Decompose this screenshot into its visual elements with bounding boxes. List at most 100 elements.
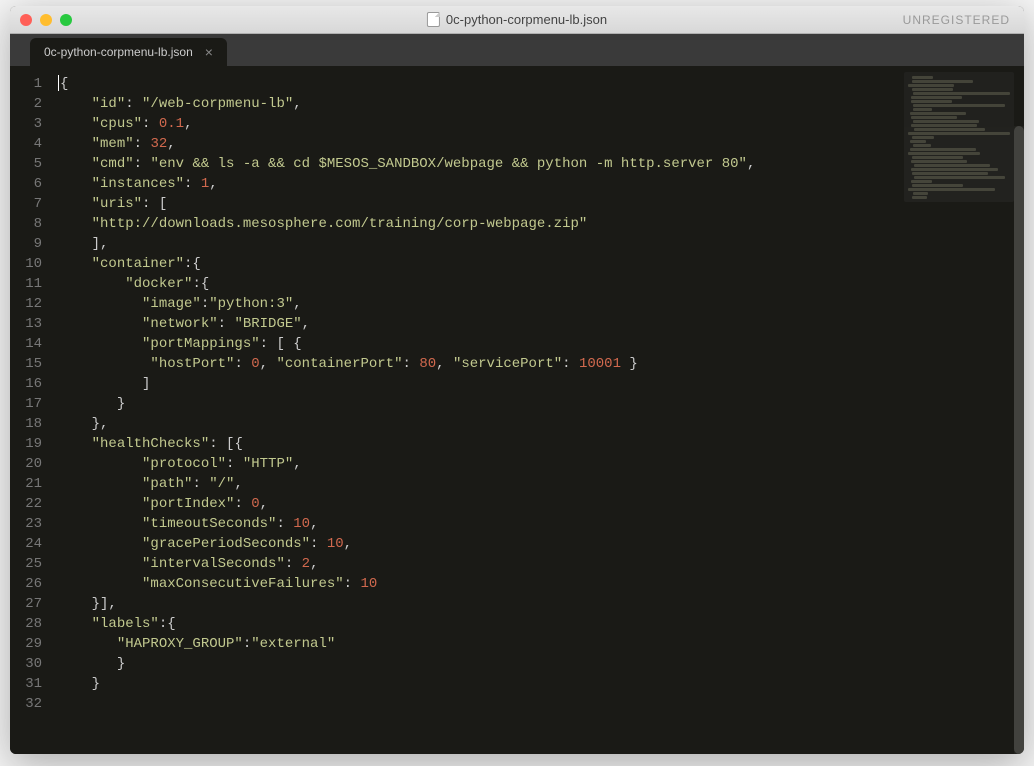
code-line[interactable]: { (58, 74, 1024, 94)
code-line[interactable]: } (58, 654, 1024, 674)
token-punc: : (310, 536, 327, 552)
token-indent (58, 336, 142, 352)
token-key: "image" (142, 296, 201, 312)
line-number: 24 (10, 534, 42, 554)
code-line[interactable]: }], (58, 594, 1024, 614)
line-number-gutter: 1234567891011121314151617181920212223242… (10, 66, 50, 754)
code-line[interactable]: "gracePeriodSeconds": 10, (58, 534, 1024, 554)
token-key: "portIndex" (142, 496, 234, 512)
token-punc: } (117, 656, 125, 672)
token-punc: } (117, 396, 125, 412)
code-line[interactable]: "timeoutSeconds": 10, (58, 514, 1024, 534)
tab-close-icon[interactable]: × (205, 45, 213, 59)
line-number: 15 (10, 354, 42, 374)
minimap-line (913, 104, 1005, 107)
code-line[interactable]: "id": "/web-corpmenu-lb", (58, 94, 1024, 114)
token-key: "gracePeriodSeconds" (142, 536, 310, 552)
line-number: 28 (10, 614, 42, 634)
minimap-line (912, 156, 963, 159)
code-line[interactable]: } (58, 674, 1024, 694)
token-indent (58, 436, 92, 452)
token-key: "healthChecks" (92, 436, 210, 452)
token-str: "env && ls -a && cd $MESOS_SANDBOX/webpa… (150, 156, 747, 172)
token-indent (58, 96, 92, 112)
line-number: 25 (10, 554, 42, 574)
token-punc: } (621, 356, 638, 372)
minimap[interactable] (904, 72, 1014, 202)
code-line[interactable]: "container":{ (58, 254, 1024, 274)
token-punc: : (234, 356, 251, 372)
line-number: 2 (10, 94, 42, 114)
code-line[interactable]: }, (58, 414, 1024, 434)
scrollbar-thumb[interactable] (1014, 126, 1024, 754)
minimap-line (910, 140, 925, 143)
token-punc: : (226, 456, 243, 472)
minimap-line (911, 168, 998, 171)
token-punc: , (260, 496, 268, 512)
code-line[interactable]: "uris": [ (58, 194, 1024, 214)
code-line[interactable]: "healthChecks": [{ (58, 434, 1024, 454)
code-line[interactable]: "hostPort": 0, "containerPort": 80, "ser… (58, 354, 1024, 374)
code-line[interactable]: "mem": 32, (58, 134, 1024, 154)
token-key: "HAPROXY_GROUP" (117, 636, 243, 652)
window-minimize-button[interactable] (40, 14, 52, 26)
token-indent (58, 636, 117, 652)
file-tab[interactable]: 0c-python-corpmenu-lb.json × (30, 38, 227, 66)
token-num: 2 (302, 556, 310, 572)
token-indent (58, 156, 92, 172)
line-number: 31 (10, 674, 42, 694)
code-line[interactable]: "http://downloads.mesosphere.com/trainin… (58, 214, 1024, 234)
code-line[interactable]: ], (58, 234, 1024, 254)
window-title: 0c-python-corpmenu-lb.json (446, 12, 607, 27)
code-line[interactable]: "network": "BRIDGE", (58, 314, 1024, 334)
code-line[interactable]: "HAPROXY_GROUP":"external" (58, 634, 1024, 654)
minimap-line (910, 148, 976, 151)
token-str: "/" (209, 476, 234, 492)
code-line[interactable]: "intervalSeconds": 2, (58, 554, 1024, 574)
window-close-button[interactable] (20, 14, 32, 26)
token-punc: : (218, 316, 235, 332)
token-key: "hostPort" (150, 356, 234, 372)
line-number: 17 (10, 394, 42, 414)
token-num: 0.1 (159, 116, 184, 132)
line-number: 22 (10, 494, 42, 514)
token-punc: :{ (159, 616, 176, 632)
text-caret (58, 75, 59, 91)
token-key: "uris" (92, 196, 142, 212)
window-maximize-button[interactable] (60, 14, 72, 26)
code-line[interactable]: "maxConsecutiveFailures": 10 (58, 574, 1024, 594)
token-num: 10 (327, 536, 344, 552)
code-content[interactable]: { "id": "/web-corpmenu-lb", "cpus": 0.1,… (50, 66, 1024, 754)
code-line[interactable]: ] (58, 374, 1024, 394)
token-indent (58, 236, 92, 252)
line-number: 6 (10, 174, 42, 194)
minimap-line (912, 88, 953, 91)
code-line[interactable]: "cmd": "env && ls -a && cd $MESOS_SANDBO… (58, 154, 1024, 174)
token-num: 80 (419, 356, 436, 372)
token-punc: ] (142, 376, 150, 392)
token-key: "path" (142, 476, 192, 492)
token-indent (58, 576, 142, 592)
editor-area[interactable]: 1234567891011121314151617181920212223242… (10, 66, 1024, 754)
code-line[interactable] (58, 694, 1024, 714)
code-line[interactable]: "protocol": "HTTP", (58, 454, 1024, 474)
code-line[interactable]: "labels":{ (58, 614, 1024, 634)
code-line[interactable]: "docker":{ (58, 274, 1024, 294)
code-line[interactable]: } (58, 394, 1024, 414)
minimap-line (911, 180, 931, 183)
vertical-scrollbar[interactable] (1014, 126, 1024, 754)
minimap-line (911, 116, 957, 119)
token-key: "instances" (92, 176, 184, 192)
code-line[interactable]: "portMappings": [ { (58, 334, 1024, 354)
code-line[interactable]: "instances": 1, (58, 174, 1024, 194)
line-number: 23 (10, 514, 42, 534)
code-line[interactable]: "image":"python:3", (58, 294, 1024, 314)
token-indent (58, 376, 142, 392)
code-line[interactable]: "cpus": 0.1, (58, 114, 1024, 134)
code-line[interactable]: "path": "/", (58, 474, 1024, 494)
line-number: 20 (10, 454, 42, 474)
token-str: "HTTP" (243, 456, 293, 472)
traffic-lights (10, 14, 72, 26)
token-punc: : [ { (260, 336, 302, 352)
code-line[interactable]: "portIndex": 0, (58, 494, 1024, 514)
